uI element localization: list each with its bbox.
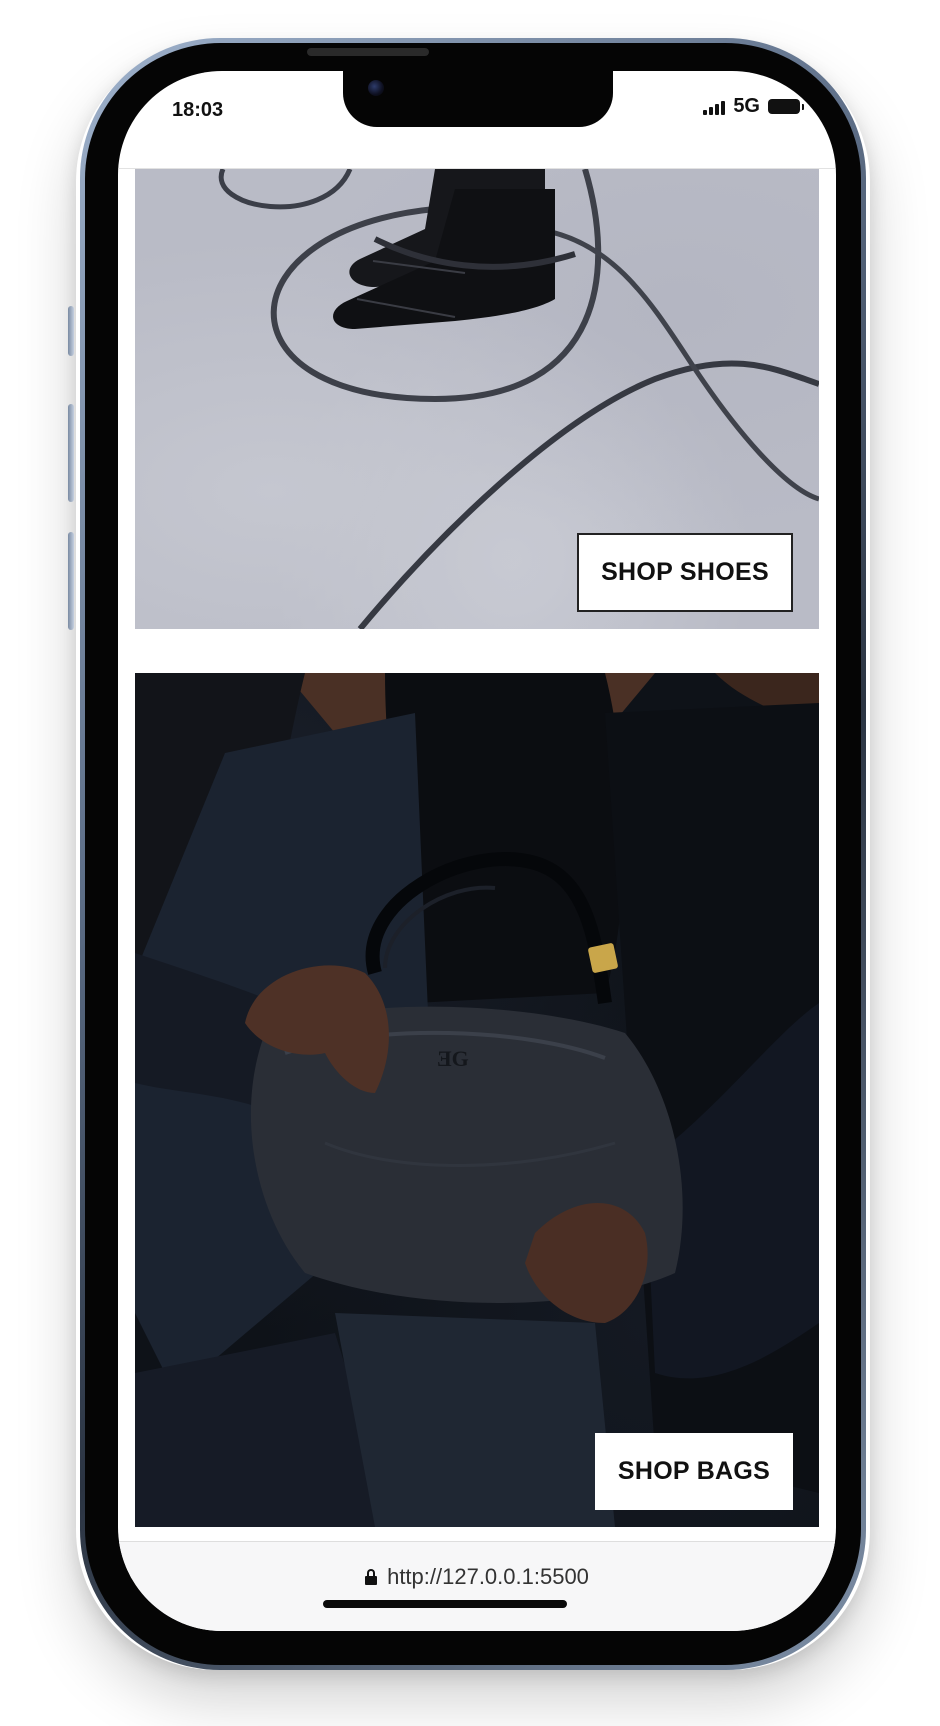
- volume-down-button: [68, 532, 74, 630]
- battery-icon: [768, 99, 804, 114]
- action-button: [68, 306, 74, 356]
- url-display[interactable]: http://127.0.0.1:5500: [118, 1564, 836, 1590]
- status-time: 18:03: [172, 99, 224, 121]
- home-indicator[interactable]: [323, 1600, 567, 1608]
- cellular-signal-icon: [703, 99, 726, 115]
- bags-image: ƎG: [135, 673, 819, 1527]
- status-indicators: 5G: [703, 95, 804, 118]
- promo-bags[interactable]: ƎG SHOP BAGS: [135, 673, 819, 1527]
- notch: [343, 71, 613, 127]
- url-text: http://127.0.0.1:5500: [387, 1564, 589, 1589]
- promo-shoes[interactable]: SHOP SHOES: [135, 169, 819, 629]
- earpiece-speaker: [307, 48, 429, 56]
- network-type: 5G: [733, 95, 760, 117]
- shop-shoes-button[interactable]: SHOP SHOES: [577, 533, 793, 612]
- volume-up-button: [68, 404, 74, 502]
- browser-address-bar[interactable]: http://127.0.0.1:5500: [118, 1541, 836, 1631]
- front-camera: [368, 80, 384, 96]
- shop-bags-button[interactable]: SHOP BAGS: [595, 1433, 793, 1510]
- svg-text:ƎG: ƎG: [437, 1046, 469, 1071]
- lock-icon: [365, 1569, 378, 1585]
- phone-screen: 18:03 5G SHOP SHOES ƎG SHOP BAGS http://…: [118, 71, 836, 1631]
